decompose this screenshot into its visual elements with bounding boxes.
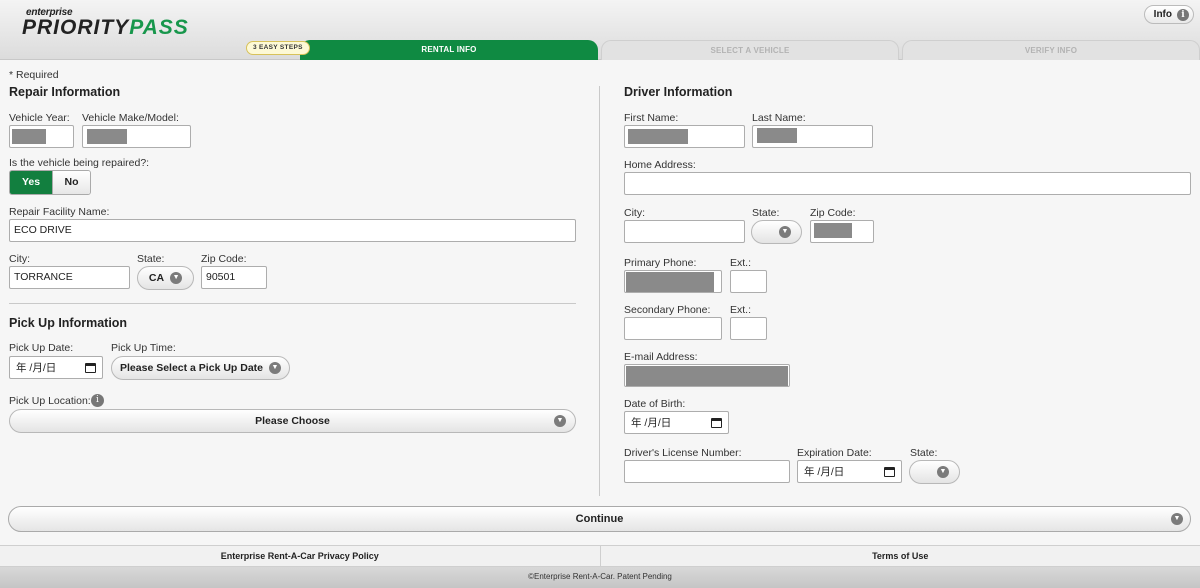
- email-label: E-mail Address:: [624, 351, 698, 363]
- primary-phone-label: Primary Phone:: [624, 257, 697, 269]
- redacted-value: [757, 128, 797, 143]
- pickup-location-label: Pick Up Location:: [9, 395, 91, 407]
- dob-field[interactable]: 年 /月/日: [624, 411, 729, 434]
- pickup-info-heading: Pick Up Information: [9, 316, 128, 330]
- chevron-down-icon: ▼: [554, 415, 566, 427]
- vehicle-make-field[interactable]: [82, 125, 191, 148]
- first-name-field[interactable]: [624, 125, 745, 148]
- first-name-label: First Name:: [624, 112, 679, 124]
- chevron-down-icon: ▼: [1171, 513, 1183, 525]
- priority-pass-logo[interactable]: enterprise PRIORITYPASS: [22, 7, 189, 39]
- calendar-icon[interactable]: [884, 466, 895, 477]
- pickup-date-label: Pick Up Date:: [9, 342, 74, 354]
- pickup-date-field[interactable]: 年 /月/日: [9, 356, 103, 379]
- repair-city-field[interactable]: TORRANCE: [9, 266, 130, 289]
- chevron-down-icon: ▼: [937, 466, 949, 478]
- driver-city-field[interactable]: [624, 220, 745, 243]
- chevron-down-icon: ▼: [170, 272, 183, 284]
- primary-ext-label: Ext.:: [730, 257, 752, 269]
- tab-verify-info: VERIFY INFO: [902, 40, 1200, 60]
- secondary-phone-field[interactable]: [624, 317, 722, 340]
- pickup-location-select[interactable]: Please Choose ▼: [9, 409, 576, 433]
- vehicle-year-field[interactable]: [9, 125, 74, 148]
- home-address-field[interactable]: [624, 172, 1191, 195]
- primary-ext-field[interactable]: [730, 270, 767, 293]
- redacted-value: [814, 223, 852, 238]
- repair-state-label: State:: [137, 253, 165, 265]
- redacted-value: [626, 366, 788, 386]
- repaired-toggle: Yes No: [9, 170, 91, 195]
- pickup-time-value: Please Select a Pick Up Date: [120, 362, 263, 374]
- dob-label: Date of Birth:: [624, 398, 686, 410]
- driver-zip-field[interactable]: [810, 220, 874, 243]
- required-note: * Required: [9, 69, 59, 81]
- secondary-ext-field[interactable]: [730, 317, 767, 340]
- info-icon[interactable]: i: [91, 394, 104, 407]
- repair-zip-field[interactable]: 90501: [201, 266, 267, 289]
- driver-zip-label: Zip Code:: [810, 207, 856, 219]
- secondary-phone-label: Secondary Phone:: [624, 304, 711, 316]
- header: enterprise PRIORITYPASS Info i 3 EASY ST…: [0, 0, 1200, 60]
- driver-city-label: City:: [624, 207, 645, 219]
- info-icon: i: [1177, 8, 1189, 21]
- primary-phone-field[interactable]: [624, 270, 722, 293]
- license-state-select[interactable]: ▼: [909, 460, 960, 484]
- license-state-label: State:: [910, 447, 938, 459]
- pickup-time-label: Pick Up Time:: [111, 342, 176, 354]
- expiration-date-field[interactable]: 年 /月/日: [797, 460, 902, 483]
- redacted-value: [626, 272, 714, 292]
- info-button[interactable]: Info i: [1143, 5, 1194, 24]
- continue-label: Continue: [575, 513, 624, 525]
- redacted-value: [628, 129, 688, 144]
- yes-button[interactable]: Yes: [10, 171, 52, 194]
- repaired-question: Is the vehicle being repaired?:: [9, 157, 150, 169]
- tab-rental-info[interactable]: RENTAL INFO: [300, 40, 598, 60]
- repair-state-select[interactable]: CA ▼: [137, 266, 194, 290]
- date-placeholder: 年 /月/日: [631, 417, 672, 429]
- home-address-label: Home Address:: [624, 159, 696, 171]
- redacted-value: [87, 129, 127, 144]
- column-divider: [599, 86, 600, 496]
- no-button[interactable]: No: [52, 171, 90, 194]
- info-button-label: Info: [1153, 9, 1172, 20]
- priority-pass-wordmark: PRIORITYPASS: [22, 16, 189, 39]
- footer-links: Enterprise Rent-A-Car Privacy Policy Ter…: [0, 545, 1200, 567]
- section-divider: [9, 303, 576, 304]
- privacy-policy-link[interactable]: Enterprise Rent-A-Car Privacy Policy: [0, 546, 601, 566]
- expiration-label: Expiration Date:: [797, 447, 872, 459]
- calendar-icon[interactable]: [85, 362, 96, 373]
- date-placeholder: 年 /月/日: [16, 362, 57, 374]
- date-placeholder: 年 /月/日: [804, 466, 845, 478]
- repair-city-label: City:: [9, 253, 30, 265]
- pickup-location-value: Please Choose: [255, 415, 330, 427]
- license-number-label: Driver's License Number:: [624, 447, 742, 459]
- steps-badge: 3 EASY STEPS: [246, 41, 310, 55]
- vehicle-year-label: Vehicle Year:: [9, 112, 70, 124]
- copyright-notice: ©Enterprise Rent-A-Car. Patent Pending: [0, 567, 1200, 588]
- repair-zip-label: Zip Code:: [201, 253, 247, 265]
- chevron-down-icon: ▼: [779, 226, 791, 238]
- last-name-label: Last Name:: [752, 112, 806, 124]
- license-number-field[interactable]: [624, 460, 790, 483]
- terms-of-use-link[interactable]: Terms of Use: [601, 546, 1200, 566]
- repair-info-heading: Repair Information: [9, 85, 121, 99]
- chevron-down-icon: ▼: [269, 362, 281, 374]
- calendar-icon[interactable]: [711, 417, 722, 428]
- facility-label: Repair Facility Name:: [9, 206, 110, 218]
- driver-state-select[interactable]: ▼: [751, 220, 802, 244]
- driver-info-heading: Driver Information: [624, 85, 733, 99]
- tab-select-vehicle: SELECT A VEHICLE: [601, 40, 899, 60]
- pickup-time-select[interactable]: Please Select a Pick Up Date ▼: [111, 356, 290, 380]
- repair-state-value: CA: [148, 272, 165, 284]
- secondary-ext-label: Ext.:: [730, 304, 752, 316]
- vehicle-make-label: Vehicle Make/Model:: [82, 112, 179, 124]
- driver-state-label: State:: [752, 207, 780, 219]
- redacted-value: [12, 129, 46, 144]
- facility-field[interactable]: ECO DRIVE: [9, 219, 576, 242]
- last-name-field[interactable]: [752, 125, 873, 148]
- email-field[interactable]: [624, 364, 790, 387]
- continue-button[interactable]: Continue ▼: [8, 506, 1191, 532]
